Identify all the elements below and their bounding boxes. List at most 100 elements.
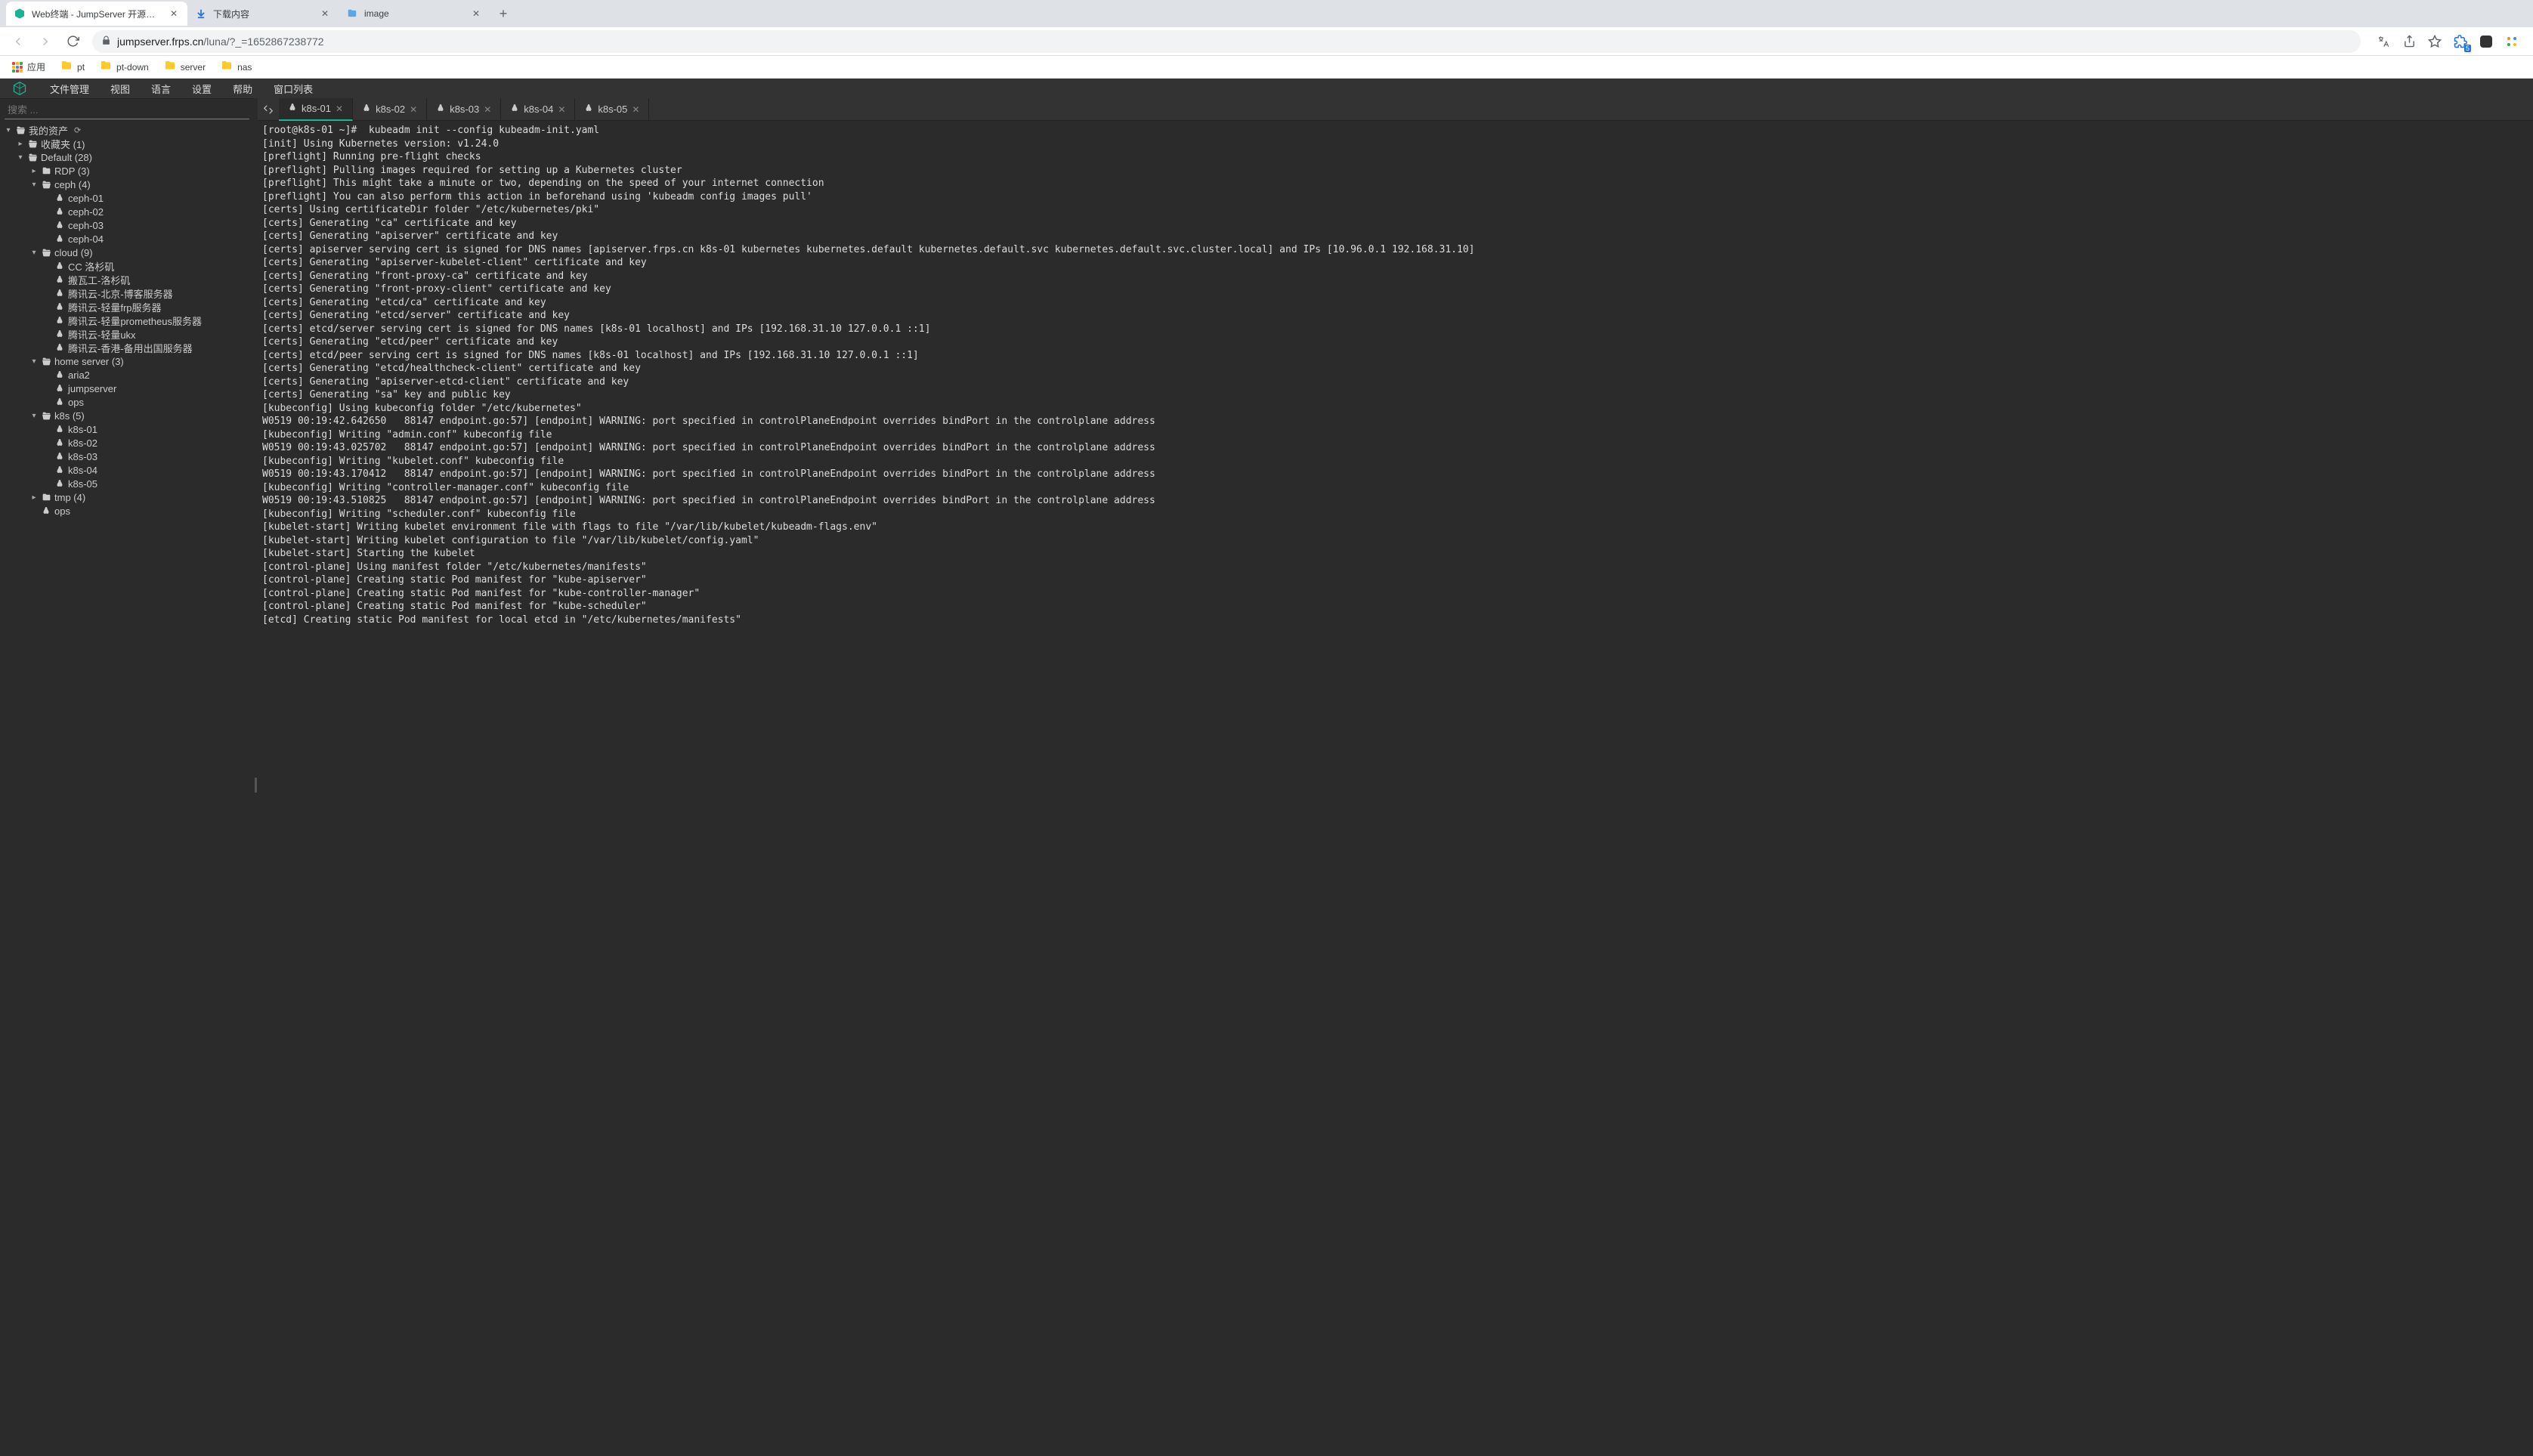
tree-node-8[interactable]: ceph-04 [0,232,254,246]
tab-close-icon[interactable]: ✕ [168,8,180,20]
terminal-tab-k8s-02[interactable]: k8s-02✕ [353,98,427,121]
translate-icon[interactable] [2373,31,2394,52]
tree-node-12[interactable]: 腾讯云-北京-博客服务器 [0,286,254,300]
tree-node-11[interactable]: 搬瓦工-洛杉矶 [0,273,254,286]
menu-1[interactable]: 视图 [100,79,141,98]
tree-node-7[interactable]: ceph-03 [0,218,254,232]
ext-icon-2[interactable] [2501,31,2522,52]
tree-node-15[interactable]: 腾讯云-轻量ukx [0,327,254,341]
tree-label: tmp (4) [54,492,85,503]
share-icon[interactable] [2398,31,2420,52]
menu-0[interactable]: 文件管理 [39,79,100,98]
tree-node-23[interactable]: k8s-02 [0,436,254,450]
tree-node-19[interactable]: jumpserver [0,382,254,395]
bookmark-pt[interactable]: pt [54,57,91,77]
toolbar-icons: 5 [2368,31,2527,52]
app-logo-icon[interactable] [0,79,39,98]
tree-node-18[interactable]: aria2 [0,368,254,382]
linux-icon [54,425,65,434]
browser-tab-0[interactable]: Web终端 - JumpServer 开源堡...✕ [6,2,187,26]
linux-icon [436,104,445,115]
forward-button[interactable] [33,29,57,54]
tree-node-25[interactable]: k8s-04 [0,463,254,477]
bookmark-server[interactable]: server [158,57,212,77]
terminal-tab-k8s-05[interactable]: k8s-05✕ [575,98,649,121]
browser-tab-1[interactable]: 下载内容 ✕ [187,2,339,26]
tree-node-17[interactable]: ▾home server (3) [0,354,254,368]
folder-icon [164,60,176,74]
tree-label: ceph-03 [68,220,104,231]
tab-close-icon[interactable]: ✕ [410,104,417,115]
tree-node-24[interactable]: k8s-03 [0,450,254,463]
tab-close-icon[interactable]: ✕ [319,8,331,20]
tree-node-0[interactable]: ▾我的资产⟳ [0,123,254,137]
terminal-tab-k8s-03[interactable]: k8s-03✕ [427,98,501,121]
linux-icon [54,465,65,475]
split-view-button[interactable] [258,99,279,120]
menu-5[interactable]: 窗口列表 [263,79,323,98]
browser-tab-2[interactable]: image✕ [339,2,490,26]
folder-open-icon [41,357,51,366]
menu-4[interactable]: 帮助 [222,79,263,98]
terminal-tab-k8s-01[interactable]: k8s-01 ✕ [279,98,353,121]
terminal-tab-k8s-04[interactable]: k8s-04 ✕ [501,98,575,121]
ext-icon-1[interactable] [2476,31,2497,52]
tab-title: 下载内容 [213,8,313,20]
tab-close-icon[interactable]: ✕ [470,8,482,20]
linux-icon [362,104,371,115]
tree-node-3[interactable]: ▸RDP (3) [0,164,254,178]
sidebar-resize-handle[interactable] [254,98,258,1456]
tree-node-13[interactable]: 腾讯云-轻量frp服务器 [0,300,254,314]
search-input[interactable] [5,101,249,119]
reload-button[interactable] [60,29,85,54]
tree-node-22[interactable]: k8s-01 [0,422,254,436]
tree-node-9[interactable]: ▾cloud (9) [0,246,254,259]
tab-favicon-icon [14,8,26,20]
terminal-line: [certs] Using certificateDir folder "/et… [262,203,2528,217]
bookmark-应用[interactable]: 应用 [6,57,51,76]
terminal-tab-bar: k8s-01✕k8s-02✕k8s-03✕k8s-04✕k8s-05✕ [258,98,2533,121]
terminal-line: W0519 00:19:43.510825 88147 endpoint.go:… [262,494,2528,508]
tree-node-2[interactable]: ▾Default (28) [0,150,254,164]
new-tab-button[interactable]: + [493,3,514,24]
folder-icon [60,60,73,74]
tree-node-27[interactable]: ▸tmp (4) [0,490,254,504]
address-bar: jumpserver.frps.cn/luna/?_=1652867238772… [0,27,2533,56]
tree-node-20[interactable]: ops [0,395,254,409]
back-button[interactable] [6,29,30,54]
terminal-tab-label: k8s-01 [302,103,331,114]
bookmarks-bar: 应用 pt pt-downservernas [0,56,2533,79]
bookmark-label: pt [77,62,85,73]
menu-3[interactable]: 设置 [181,79,222,98]
tree-node-28[interactable]: ops [0,504,254,518]
bookmark-star-icon[interactable] [2424,31,2445,52]
tab-close-icon[interactable]: ✕ [558,104,565,115]
tree-node-26[interactable]: k8s-05 [0,477,254,490]
extensions-icon[interactable]: 5 [2450,31,2471,52]
menu-2[interactable]: 语言 [141,79,181,98]
tree-node-5[interactable]: ceph-01 [0,191,254,205]
terminal-line: [certs] Generating "sa" key and public k… [262,388,2528,402]
linux-icon [288,103,297,114]
menubar: 文件管理视图语言设置帮助窗口列表 [0,79,2533,98]
tab-close-icon[interactable]: ✕ [336,104,343,114]
url-input[interactable]: jumpserver.frps.cn/luna/?_=1652867238772 [92,30,2361,53]
terminal-line: [init] Using Kubernetes version: v1.24.0 [262,138,2528,151]
tree-node-16[interactable]: 腾讯云-香港-备用出国服务器 [0,341,254,354]
refresh-icon[interactable]: ⟳ [74,125,81,135]
linux-icon [54,452,65,461]
terminal-output[interactable]: [root@k8s-01 ~]# kubeadm init --config k… [258,121,2533,1456]
tab-close-icon[interactable]: ✕ [632,104,639,115]
bookmark-nas[interactable]: nas [215,57,258,77]
tab-close-icon[interactable]: ✕ [484,104,491,115]
tree-label: cloud (9) [54,247,93,258]
bookmark-pt-down[interactable]: pt-down [94,57,155,77]
tree-node-21[interactable]: ▾k8s (5) [0,409,254,422]
tree-node-10[interactable]: CC 洛杉矶 [0,259,254,273]
tree-node-14[interactable]: 腾讯云-轻量prometheus服务器 [0,314,254,327]
terminal-tab-label: k8s-04 [524,104,553,115]
tree-node-1[interactable]: ▸收藏夹 (1) [0,137,254,150]
tree-node-6[interactable]: ceph-02 [0,205,254,218]
tree-node-4[interactable]: ▾ceph (4) [0,178,254,191]
tree-label: ops [54,505,70,517]
